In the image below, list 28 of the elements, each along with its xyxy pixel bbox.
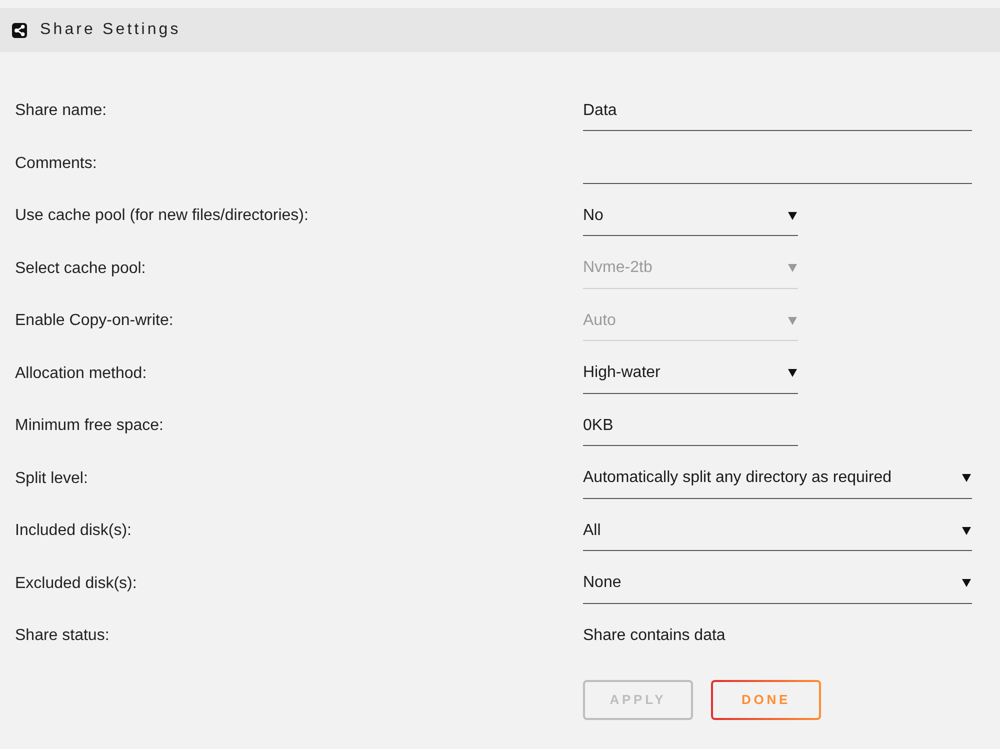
dropdown[interactable]: Automatically split any directory as required bbox=[583, 458, 972, 498]
caret-down-icon bbox=[962, 579, 971, 587]
caret-down-icon bbox=[788, 264, 797, 272]
field-label: Use cache pool (for new files/directories): bbox=[15, 206, 308, 226]
share-icon bbox=[12, 22, 27, 38]
field-label: Split level: bbox=[15, 468, 88, 488]
caret-down-icon bbox=[788, 316, 797, 324]
field-label: Excluded disk(s): bbox=[15, 574, 137, 594]
caret-down-icon bbox=[962, 474, 971, 482]
caret-down-icon bbox=[788, 369, 797, 377]
field-label: Select cache pool: bbox=[15, 258, 146, 278]
caret-down-icon bbox=[962, 526, 971, 534]
field-label: Share status: bbox=[15, 626, 110, 646]
caret-down-icon bbox=[788, 212, 797, 220]
text-field[interactable]: Data bbox=[583, 91, 972, 131]
field-label: Comments: bbox=[15, 154, 97, 174]
dropdown[interactable]: All bbox=[583, 511, 972, 551]
field-label: Allocation method: bbox=[15, 364, 147, 384]
dropdown[interactable]: No bbox=[583, 196, 798, 236]
dropdown[interactable]: None bbox=[583, 564, 972, 604]
text-field[interactable]: 0KB bbox=[583, 406, 798, 446]
field-label: Minimum free space: bbox=[15, 416, 164, 436]
field-label: Enable Copy-on-write: bbox=[15, 311, 174, 331]
field-label: Included disk(s): bbox=[15, 521, 132, 541]
status-text: Share contains data bbox=[583, 626, 726, 646]
panel-title: Share Settings bbox=[40, 20, 181, 40]
dropdown[interactable]: High-water bbox=[583, 354, 798, 394]
field-label: Share name: bbox=[15, 101, 107, 121]
